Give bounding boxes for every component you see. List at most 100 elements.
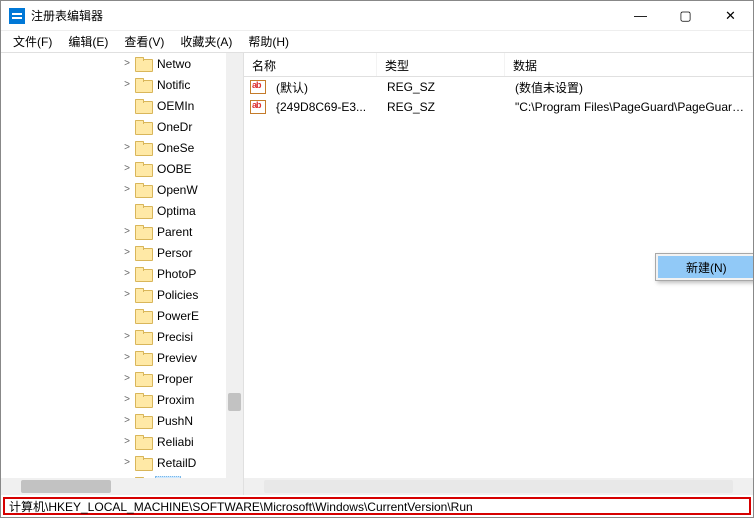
tree-item[interactable]: > RetailD (1, 452, 243, 473)
tree-item[interactable]: > OpenW (1, 179, 243, 200)
tree-item-label: Netwo (155, 57, 193, 71)
folder-icon (135, 99, 151, 112)
folder-icon (135, 162, 151, 175)
tree-item[interactable]: > Netwo (1, 53, 243, 74)
expander-icon[interactable]: > (121, 436, 133, 447)
tree-hscroll-thumb[interactable] (21, 480, 111, 493)
tree-scrollbar[interactable] (226, 53, 243, 479)
tree-item-label: Optima (155, 204, 198, 218)
col-name[interactable]: 名称 (244, 53, 377, 76)
tree-item-label: Proxim (155, 393, 196, 407)
tree-item-label: Precisi (155, 330, 195, 344)
tree-item-label: Persor (155, 246, 194, 260)
window-controls: — ▢ ✕ (618, 1, 753, 30)
expander-icon[interactable]: > (121, 289, 133, 300)
tree-item-label: Parent (155, 225, 194, 239)
tree-item-label: OneDr (155, 120, 194, 134)
tree-item[interactable]: >PhotoP (1, 263, 243, 284)
expander-icon[interactable]: > (121, 163, 133, 174)
cell-data: "C:\Program Files\PageGuard\PageGuard.ex… (509, 100, 753, 114)
tree-item[interactable]: > OneSe (1, 137, 243, 158)
folder-icon (135, 120, 151, 133)
tree-item[interactable]: > Proxim (1, 389, 243, 410)
list-hscroll[interactable] (244, 478, 753, 495)
tree-item-label: Reliabi (155, 435, 196, 449)
title-bar: 注册表编辑器 — ▢ ✕ (1, 1, 753, 31)
tree-item[interactable]: > Parent (1, 221, 243, 242)
window-title: 注册表编辑器 (31, 7, 618, 24)
context-menu: 新建(N) ▶ (655, 253, 753, 281)
folder-icon (135, 372, 151, 385)
string-value-icon (250, 100, 266, 114)
tree-item-label: PowerE (155, 309, 201, 323)
expander-icon[interactable]: > (121, 331, 133, 342)
close-button[interactable]: ✕ (708, 1, 753, 30)
expander-icon[interactable]: > (121, 394, 133, 405)
menu-file[interactable]: 文件(F) (5, 31, 60, 52)
list-pane[interactable]: 名称 类型 数据 (默认)REG_SZ(数值未设置){249D8C69-E3..… (244, 53, 753, 479)
list-row[interactable]: {249D8C69-E3...REG_SZ"C:\Program Files\P… (244, 97, 753, 117)
expander-icon[interactable]: > (121, 352, 133, 363)
tree-item[interactable]: OEMIn (1, 95, 243, 116)
expander-icon[interactable]: > (121, 184, 133, 195)
cell-data: (数值未设置) (509, 79, 753, 96)
folder-icon (135, 225, 151, 238)
tree-item-label: OpenW (155, 183, 200, 197)
folder-icon (135, 183, 151, 196)
status-bar: 计算机\HKEY_LOCAL_MACHINE\SOFTWARE\Microsof… (3, 497, 751, 515)
cell-type: REG_SZ (381, 100, 509, 114)
tree-item[interactable]: Optima (1, 200, 243, 221)
cell-name: {249D8C69-E3... (270, 100, 381, 114)
expander-icon[interactable]: > (121, 373, 133, 384)
tree-item[interactable]: >PushN (1, 410, 243, 431)
col-type[interactable]: 类型 (377, 53, 505, 76)
tree-pane[interactable]: >Netwo>NotificOEMInOneDr>OneSe>OOBE>Open… (1, 53, 244, 479)
expander-icon[interactable]: > (121, 268, 133, 279)
tree-item[interactable]: > Previev (1, 347, 243, 368)
tree-item-label: RetailD (155, 456, 198, 470)
horizontal-scroll-area (1, 478, 753, 495)
expander-icon[interactable]: > (121, 79, 133, 90)
tree-item[interactable]: > Reliabi (1, 431, 243, 452)
tree-item[interactable]: PowerE (1, 305, 243, 326)
folder-icon (135, 309, 151, 322)
tree-item[interactable]: >Notific (1, 74, 243, 95)
menu-favorites[interactable]: 收藏夹(A) (172, 31, 240, 52)
folder-icon (135, 57, 151, 70)
tree-item-label: Policies (155, 288, 200, 302)
menu-help[interactable]: 帮助(H) (240, 31, 297, 52)
tree-item[interactable]: >Proper (1, 368, 243, 389)
folder-icon (135, 78, 151, 91)
maximize-button[interactable]: ▢ (663, 1, 708, 30)
list-header: 名称 类型 数据 (244, 53, 753, 77)
list-row[interactable]: (默认)REG_SZ(数值未设置) (244, 77, 753, 97)
folder-icon (135, 288, 151, 301)
expander-icon[interactable]: > (121, 247, 133, 258)
tree-hscroll[interactable] (1, 478, 244, 495)
cell-name: (默认) (270, 79, 381, 96)
tree-scroll-thumb[interactable] (228, 393, 241, 411)
minimize-button[interactable]: — (618, 1, 663, 30)
status-path: 计算机\HKEY_LOCAL_MACHINE\SOFTWARE\Microsof… (9, 498, 473, 515)
expander-icon[interactable]: > (121, 226, 133, 237)
tree-item[interactable]: OneDr (1, 116, 243, 137)
tree-item-label: OneSe (155, 141, 196, 155)
tree-item[interactable]: > Policies (1, 284, 243, 305)
col-data[interactable]: 数据 (505, 53, 753, 76)
context-menu-new[interactable]: 新建(N) ▶ (658, 256, 753, 278)
folder-icon (135, 351, 151, 364)
expander-icon[interactable]: > (121, 415, 133, 426)
tree-item[interactable]: > Persor (1, 242, 243, 263)
menu-edit[interactable]: 编辑(E) (60, 31, 116, 52)
expander-icon[interactable]: > (121, 58, 133, 69)
folder-icon (135, 414, 151, 427)
menu-view[interactable]: 查看(V) (116, 31, 172, 52)
expander-icon[interactable]: > (121, 457, 133, 468)
list-hscroll-thumb[interactable] (264, 480, 733, 493)
folder-icon (135, 204, 151, 217)
tree-item-label: Previev (155, 351, 199, 365)
expander-icon[interactable]: > (121, 142, 133, 153)
content-area: >Netwo>NotificOEMInOneDr>OneSe>OOBE>Open… (1, 53, 753, 479)
tree-item[interactable]: >OOBE (1, 158, 243, 179)
tree-item[interactable]: > Precisi (1, 326, 243, 347)
